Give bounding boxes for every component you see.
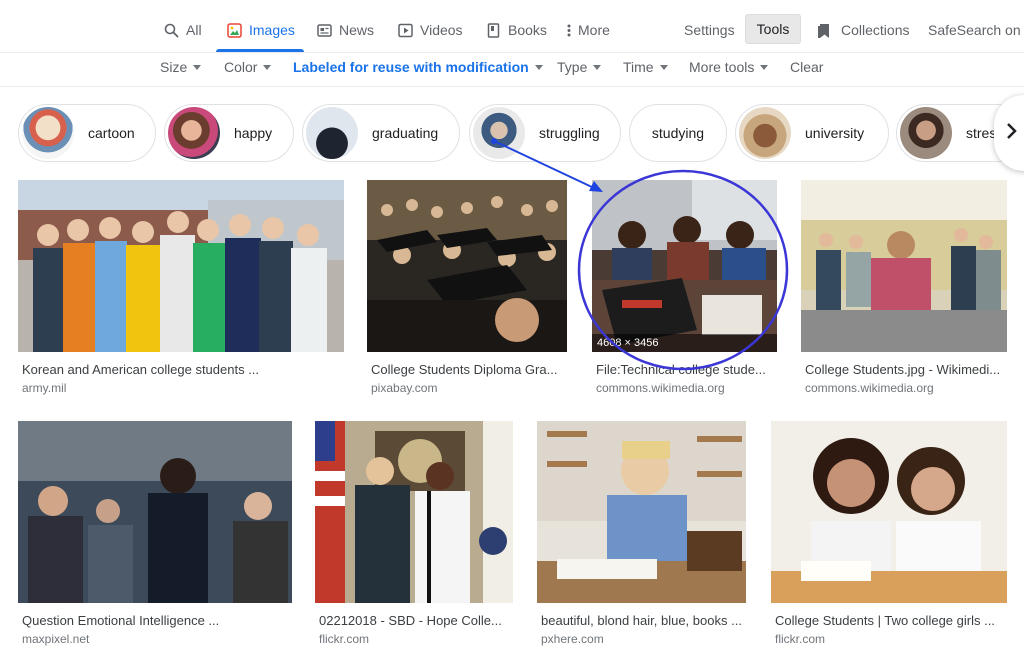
filter-color[interactable]: Color — [224, 58, 272, 76]
tab-more[interactable]: More — [566, 18, 610, 42]
chip-studying[interactable]: studying — [629, 104, 727, 162]
result-source[interactable]: pxhere.com — [541, 632, 604, 646]
caret-down-icon — [760, 64, 769, 70]
filter-time[interactable]: Time — [623, 58, 668, 76]
caret-down-icon — [263, 64, 272, 70]
image-result[interactable]: Question Emotional Intelligence ... maxp… — [18, 421, 292, 651]
news-icon — [317, 23, 332, 38]
result-image[interactable] — [801, 180, 1007, 352]
image-result[interactable]: College Students.jpg - Wikimedi... commo… — [801, 180, 1007, 395]
caret-down-icon — [534, 64, 543, 70]
result-image[interactable] — [771, 421, 1007, 603]
caret-down-icon — [659, 64, 668, 70]
image-result[interactable]: 02212018 - SBD - Hope Colle... flickr.co… — [315, 421, 513, 651]
filter-size[interactable]: Size — [160, 58, 202, 76]
tab-news[interactable]: News — [317, 18, 374, 42]
image-dimensions: 4608 × 3456 — [592, 334, 777, 352]
collections-link[interactable]: Collections — [818, 18, 909, 42]
image-result[interactable]: College Students | Two college girls ...… — [771, 421, 1007, 651]
filter-more-tools[interactable]: More tools — [689, 58, 769, 76]
tab-label: Images — [249, 22, 295, 38]
tab-books[interactable]: Books — [486, 18, 547, 42]
tab-label: More — [578, 22, 610, 38]
chip-label: graduating — [372, 125, 439, 141]
result-source[interactable]: flickr.com — [319, 632, 369, 646]
result-title[interactable]: 02212018 - SBD - Hope Colle... — [319, 613, 502, 628]
safesearch-label: SafeSearch on — [928, 22, 1021, 38]
result-title[interactable]: Question Emotional Intelligence ... — [22, 613, 219, 628]
chip-thumbnail — [306, 107, 358, 159]
result-source[interactable]: commons.wikimedia.org — [805, 381, 934, 395]
filter-label: Labeled for reuse with modification — [293, 59, 529, 75]
result-image[interactable] — [315, 421, 513, 603]
tools-button[interactable]: Tools — [745, 14, 801, 44]
search-tabs: All Images News Videos Books More Settin… — [0, 0, 1024, 52]
chip-label: struggling — [539, 125, 600, 141]
tab-label: Videos — [420, 22, 463, 38]
image-result[interactable]: 4608 × 3456 File:Technical college stude… — [592, 180, 777, 395]
chip-thumbnail — [900, 107, 952, 159]
tab-images[interactable]: Images — [227, 18, 295, 42]
result-image[interactable]: 4608 × 3456 — [592, 180, 777, 352]
caret-down-icon — [593, 64, 602, 70]
image-result[interactable]: Korean and American college students ...… — [18, 180, 344, 395]
result-image[interactable] — [18, 180, 344, 352]
result-title[interactable]: College Students | Two college girls ... — [775, 613, 995, 628]
settings-link[interactable]: Settings — [684, 18, 735, 42]
result-image[interactable] — [367, 180, 567, 352]
result-title[interactable]: College Students Diploma Gra... — [371, 362, 557, 377]
result-image[interactable] — [18, 421, 292, 603]
video-icon — [398, 23, 413, 38]
bookmark-icon — [818, 23, 831, 38]
chip-happy[interactable]: happy — [164, 104, 294, 162]
result-title[interactable]: beautiful, blond hair, blue, books ... — [541, 613, 742, 628]
chip-thumbnail — [473, 107, 525, 159]
chip-graduating[interactable]: graduating — [302, 104, 460, 162]
result-title[interactable]: File:Technical college stude... — [596, 362, 766, 377]
result-image[interactable] — [537, 421, 746, 603]
result-source[interactable]: pixabay.com — [371, 381, 437, 395]
chevron-right-icon — [1006, 122, 1018, 145]
tab-all[interactable]: All — [164, 18, 202, 42]
image-result[interactable]: College Students Diploma Gra... pixabay.… — [367, 180, 567, 395]
filter-label: Type — [557, 59, 588, 75]
search-icon — [164, 23, 179, 38]
book-icon — [486, 22, 501, 38]
divider — [0, 86, 1024, 87]
chip-thumbnail — [739, 107, 791, 159]
safesearch-toggle[interactable]: SafeSearch on — [928, 18, 1021, 42]
image-icon — [227, 22, 242, 38]
filter-label: Color — [224, 59, 258, 75]
divider — [0, 52, 1024, 53]
result-source[interactable]: army.mil — [22, 381, 66, 395]
chip-thumbnail — [22, 107, 74, 159]
chip-label: happy — [234, 125, 273, 141]
result-title[interactable]: Korean and American college students ... — [22, 362, 259, 377]
tab-label: Books — [508, 22, 547, 38]
chip-cartoon[interactable]: cartoon — [18, 104, 156, 162]
chip-label: studying — [651, 125, 705, 141]
result-source[interactable]: maxpixel.net — [22, 632, 89, 646]
tab-videos[interactable]: Videos — [398, 18, 463, 42]
tab-label: News — [339, 22, 375, 38]
caret-down-icon — [193, 64, 202, 70]
result-source[interactable]: flickr.com — [775, 632, 825, 646]
result-title[interactable]: College Students.jpg - Wikimedi... — [805, 362, 1000, 377]
collections-label: Collections — [841, 22, 910, 38]
more-vert-icon — [566, 23, 572, 38]
clear-filters-link[interactable]: Clear — [790, 58, 823, 76]
filter-label: More tools — [689, 59, 755, 75]
image-result[interactable]: beautiful, blond hair, blue, books ... p… — [537, 421, 746, 651]
chip-thumbnail — [168, 107, 220, 159]
filter-label: Size — [160, 59, 188, 75]
chip-label: cartoon — [88, 125, 135, 141]
result-source[interactable]: commons.wikimedia.org — [596, 381, 725, 395]
chip-label: university — [805, 125, 865, 141]
tab-label: All — [186, 22, 202, 38]
chip-university[interactable]: university — [735, 104, 889, 162]
chip-struggling[interactable]: struggling — [469, 104, 621, 162]
filter-usage-rights[interactable]: Labeled for reuse with modification — [293, 58, 543, 76]
filter-type[interactable]: Type — [557, 58, 602, 76]
filter-label: Time — [623, 59, 654, 75]
